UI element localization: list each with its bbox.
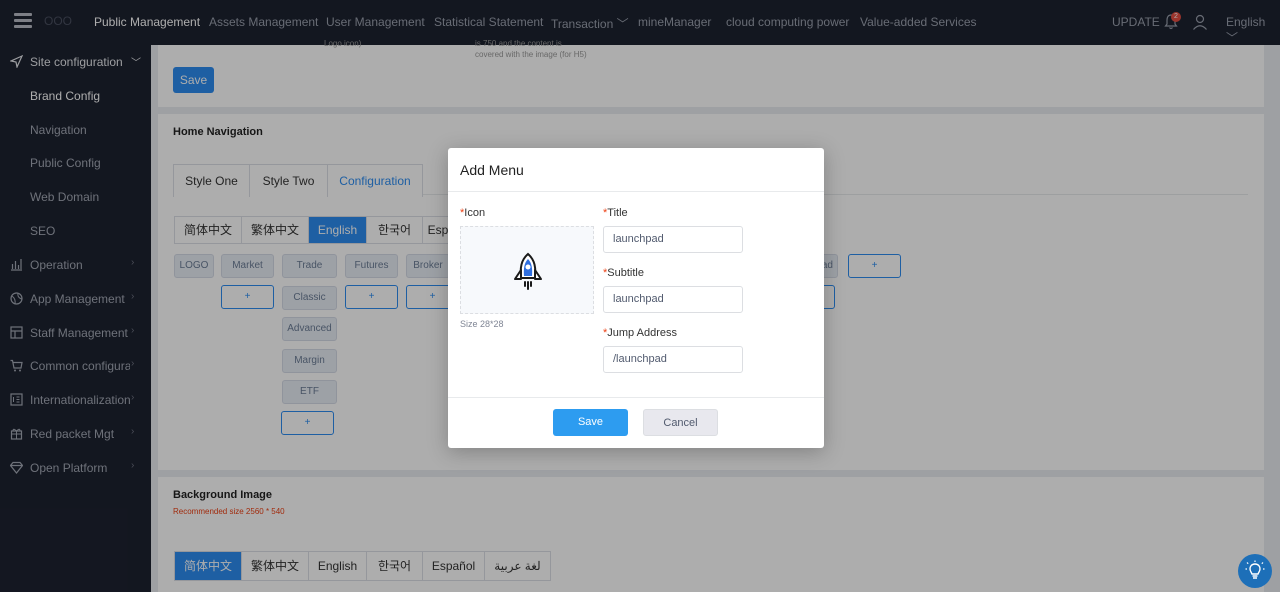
- title-label-text: Title: [607, 207, 628, 219]
- add-menu-modal: Add Menu *Icon Size 28*28 *Title launchp…: [448, 148, 824, 448]
- modal-save-button[interactable]: Save: [553, 409, 628, 436]
- title-input[interactable]: launchpad: [603, 226, 743, 253]
- modal-cancel-button[interactable]: Cancel: [643, 409, 718, 436]
- subtitle-label-text: Subtitle: [607, 267, 644, 279]
- jump-address-input[interactable]: /launchpad: [603, 346, 743, 373]
- subtitle-input[interactable]: launchpad: [603, 286, 743, 313]
- modal-header-divider: [448, 191, 824, 192]
- subtitle-label: *Subtitle: [603, 267, 644, 279]
- help-button[interactable]: [1238, 554, 1272, 588]
- rocket-icon: [514, 252, 542, 290]
- icon-upload-box[interactable]: [460, 226, 594, 314]
- modal-footer-divider: [448, 397, 824, 398]
- jump-address-label-text: Jump Address: [607, 327, 677, 339]
- icon-size-note: Size 28*28: [460, 319, 504, 329]
- icon-label: *Icon: [460, 207, 485, 219]
- lightbulb-icon: [1245, 560, 1265, 579]
- title-label: *Title: [603, 207, 628, 219]
- modal-title: Add Menu: [460, 162, 524, 178]
- icon-label-text: Icon: [464, 207, 486, 219]
- jump-address-label: *Jump Address: [603, 327, 677, 339]
